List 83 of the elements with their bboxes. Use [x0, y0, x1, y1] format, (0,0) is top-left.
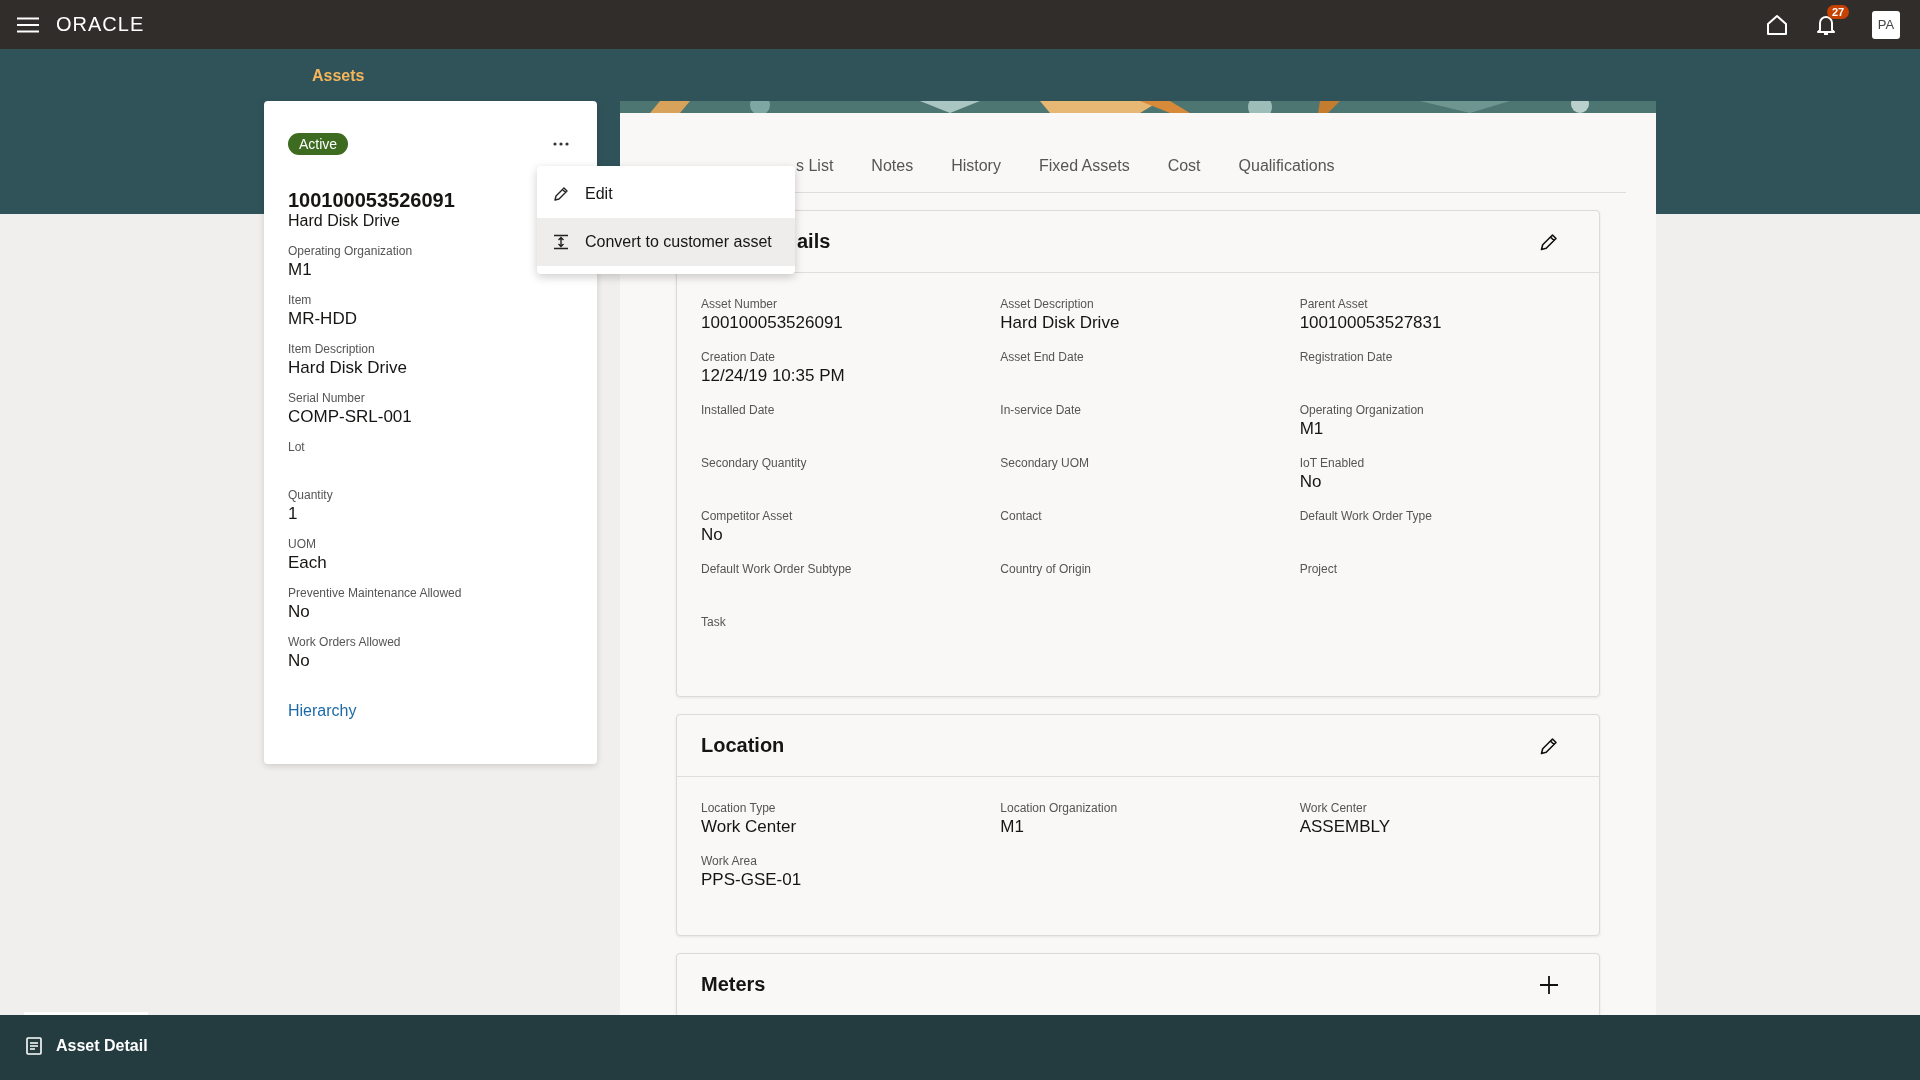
field-label: Work Area [701, 854, 758, 868]
field-value: M1 [288, 260, 312, 280]
edit-button[interactable] [1539, 231, 1559, 252]
section-title: Location [701, 734, 785, 757]
field-label: Contact [1000, 509, 1043, 523]
field-label: Default Work Order Subtype [701, 562, 853, 576]
field-label: Competitor Asset [701, 509, 794, 523]
field-label: Parent Asset [1299, 297, 1369, 311]
document-icon [26, 1037, 42, 1055]
menu-item[interactable]: Convert to customer asset [537, 218, 795, 266]
field-label: Default Work Order Type [1299, 509, 1433, 523]
section-title: ails [797, 230, 831, 253]
field-value: 100100053526091 [701, 313, 844, 333]
field-value: MR-HDD [288, 309, 357, 329]
field-label: Lot [288, 440, 305, 454]
field-value: ASSEMBLY [1299, 817, 1392, 837]
brand-logo[interactable]: ORACLE [56, 13, 145, 36]
field-value: No [1299, 472, 1323, 492]
tab[interactable]: Fixed Assets [1038, 157, 1130, 180]
pencil-icon [1539, 231, 1559, 252]
field-value: Hard Disk Drive [1000, 313, 1121, 333]
notification-badge: 27 [1827, 4, 1850, 19]
field-label: Preventive Maintenance Allowed [288, 586, 462, 600]
field-value: 12/24/19 10:35 PM [701, 366, 846, 386]
breadcrumb-link[interactable]: Assets [312, 67, 365, 84]
field-value: No [288, 651, 310, 671]
menu-icon[interactable] [17, 16, 39, 33]
field-label: Work Orders Allowed [288, 635, 401, 649]
pencil-icon [553, 186, 569, 202]
field-label: Secondary UOM [1000, 456, 1091, 470]
field-label: Project [1299, 562, 1338, 576]
convert-icon [553, 234, 569, 250]
tab[interactable]: s List [796, 157, 834, 180]
field-label: Asset Description [1000, 297, 1095, 311]
add-button[interactable] [1539, 974, 1559, 995]
field-label: Location Type [701, 801, 777, 815]
section-title: Meters [701, 973, 766, 996]
pencil-icon [1539, 735, 1559, 756]
field-value: Each [288, 553, 327, 573]
asset-number: 100100053526091 [288, 189, 455, 212]
field-label: Task [701, 615, 727, 629]
field-label: Serial Number [288, 391, 365, 405]
status-badge: Active [288, 133, 349, 155]
field-value: COMP-SRL-001 [288, 407, 412, 427]
ellipsis-icon [553, 142, 569, 146]
field-label: Location Organization [1000, 801, 1119, 815]
asset-description: Hard Disk Drive [288, 212, 400, 230]
hierarchy-link[interactable]: Hierarchy [288, 702, 357, 720]
field-label: Registration Date [1299, 350, 1394, 364]
field-label: Item [288, 293, 312, 307]
plus-icon [1539, 974, 1559, 995]
field-value: M1 [1299, 419, 1325, 439]
user-avatar[interactable]: PA [1872, 10, 1900, 39]
field-value: 1 [288, 504, 298, 524]
field-label: Asset Number [701, 297, 779, 311]
tab[interactable]: Cost [1167, 157, 1201, 180]
field-value: No [288, 602, 310, 622]
field-value: Work Center [701, 817, 798, 837]
field-value: 100100053527831 [1299, 313, 1443, 333]
field-label: Quantity [288, 488, 333, 502]
home-icon[interactable] [1766, 13, 1788, 36]
field-label: Installed Date [701, 403, 776, 417]
field-label: Secondary Quantity [701, 456, 808, 470]
field-value: PPS-GSE-01 [701, 870, 803, 890]
menu-item[interactable]: Edit [537, 170, 795, 218]
tab[interactable]: Notes [871, 157, 914, 180]
tab[interactable]: Qualifications [1238, 157, 1335, 180]
field-value: Hard Disk Drive [288, 358, 408, 378]
field-label: Country of Origin [1000, 562, 1093, 576]
field-label: Work Center [1299, 801, 1368, 815]
field-label: Creation Date [701, 350, 777, 364]
field-label: UOM [288, 537, 316, 551]
field-label: IoT Enabled [1299, 456, 1366, 470]
field-label: Operating Organization [1299, 403, 1425, 417]
field-label: Asset End Date [1000, 350, 1085, 364]
edit-button[interactable] [1539, 735, 1559, 756]
field-value: No [701, 525, 724, 545]
field-label: In-service Date [1000, 403, 1083, 417]
field-label: Item Description [288, 342, 375, 356]
tab[interactable]: History [951, 157, 1001, 180]
field-label: Operating Organization [288, 244, 413, 258]
footer-tab[interactable]: Asset Detail [24, 1012, 148, 1080]
field-value: M1 [1000, 817, 1025, 837]
